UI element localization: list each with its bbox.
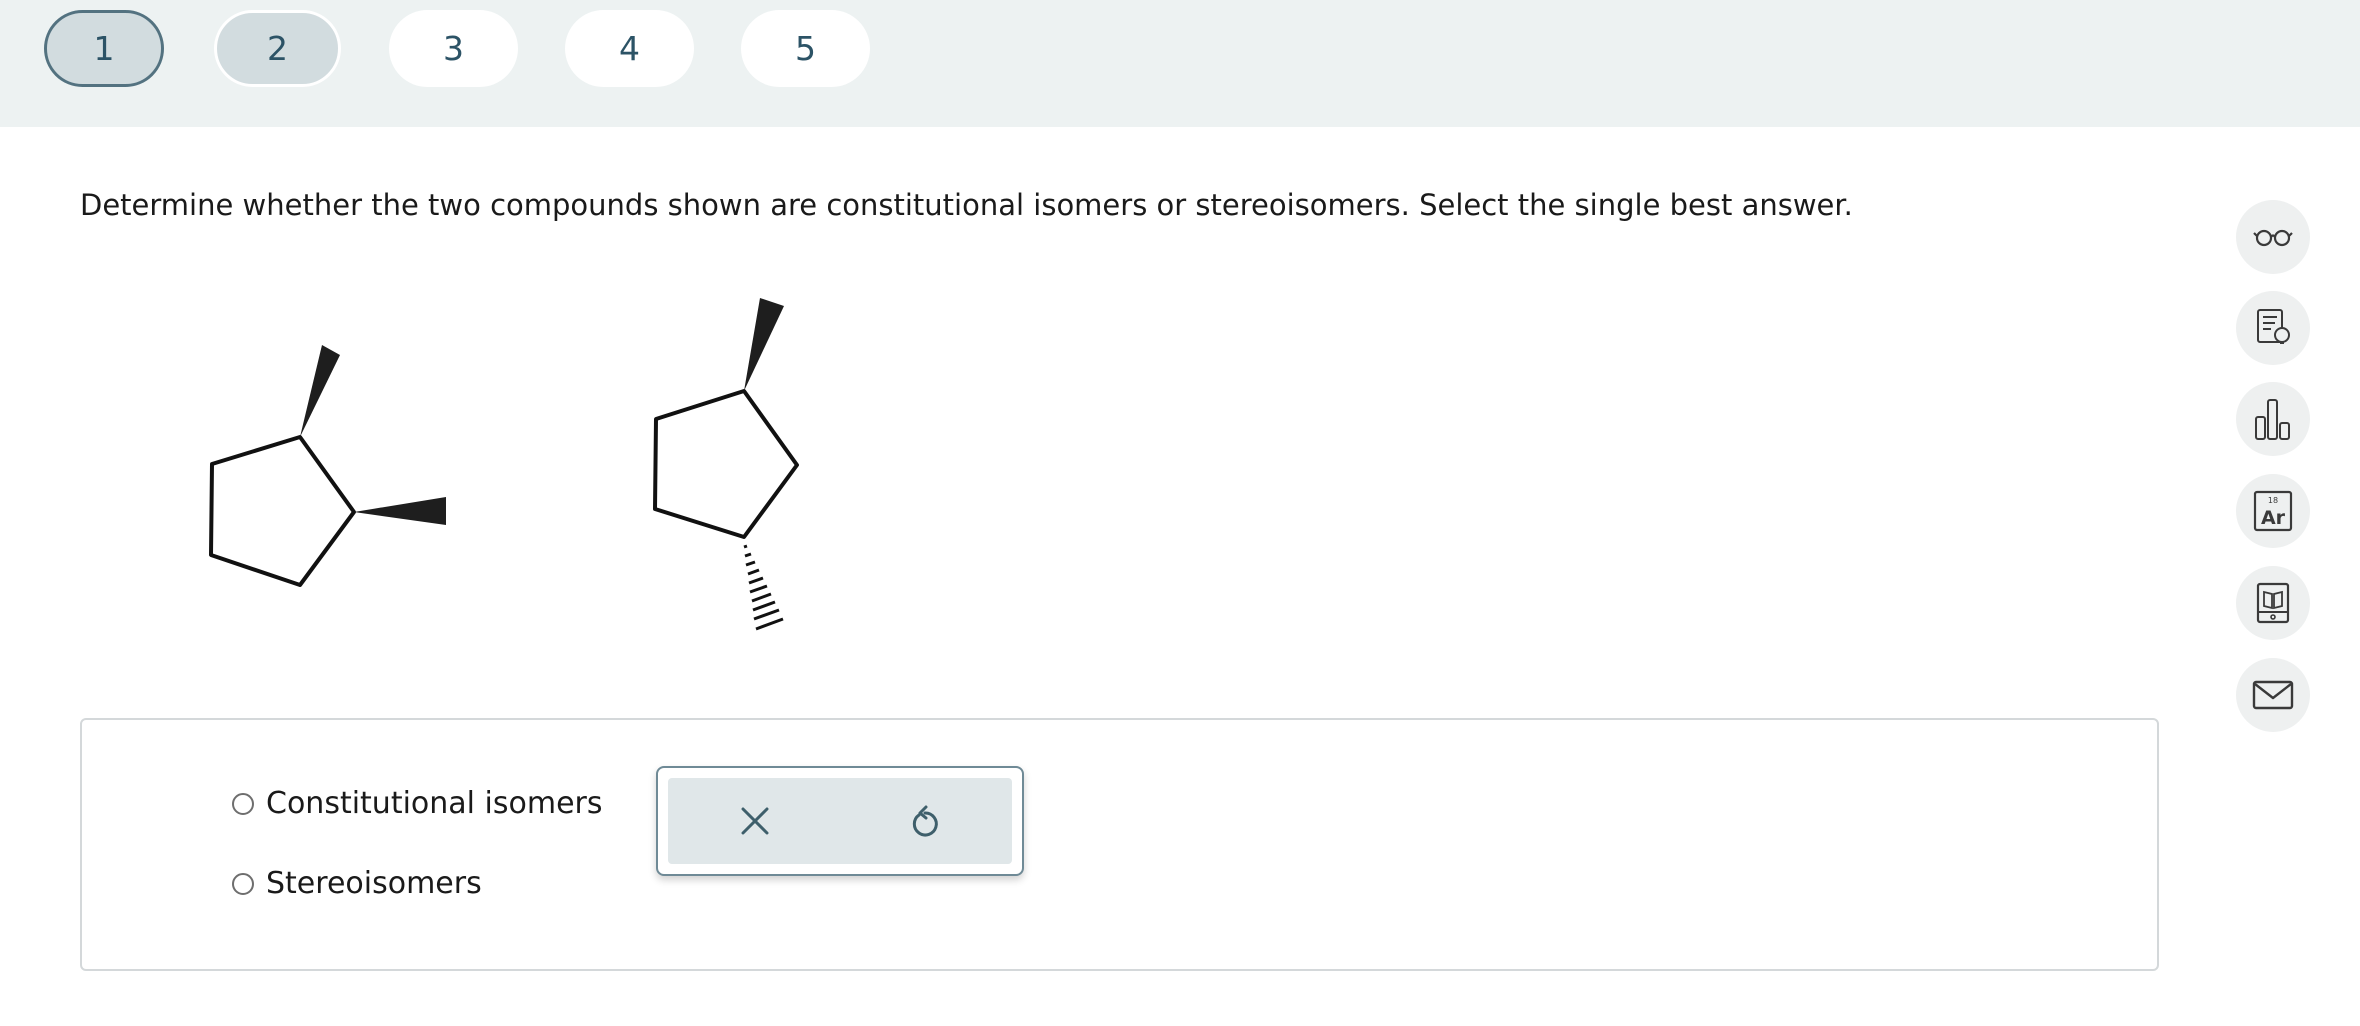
atomic-number: 18	[2268, 496, 2278, 505]
element-symbol: Ar	[2261, 507, 2286, 529]
wedge-bond-up	[300, 345, 340, 437]
answer-tools-inner	[668, 778, 1012, 864]
close-icon	[741, 807, 769, 835]
sidebar-periodic-table-button[interactable]: 18 Ar	[2236, 474, 2310, 548]
ebook-icon	[2256, 582, 2290, 624]
answer-tools-panel	[656, 766, 1024, 876]
sidebar-ebook-button[interactable]	[2236, 566, 2310, 640]
clear-button[interactable]	[730, 796, 780, 846]
molecule-2	[653, 298, 799, 631]
hint-icon	[2257, 309, 2290, 344]
choice-constitutional-isomers[interactable]: Constitutional isomers	[232, 786, 603, 821]
sidebar-hint-button[interactable]	[2236, 291, 2310, 365]
periodic-table-icon: 18 Ar	[2253, 490, 2293, 532]
undo-button[interactable]	[900, 796, 950, 846]
sidebar-reader-button[interactable]	[2236, 200, 2310, 274]
molecule-1	[209, 345, 446, 587]
radio-button[interactable]	[232, 872, 254, 895]
answer-area: Constitutional isomers Stereoisomers	[80, 718, 2159, 971]
choice-label: Stereoisomers	[266, 866, 482, 901]
glasses-icon	[2253, 229, 2293, 247]
wedge-bond-up	[744, 298, 784, 391]
mail-icon	[2252, 680, 2294, 710]
cyclopentane-ring-1	[209, 435, 356, 587]
choice-label: Constitutional isomers	[266, 786, 603, 821]
wedge-bond-right	[354, 497, 446, 525]
choice-stereoisomers[interactable]: Stereoisomers	[232, 866, 482, 901]
sidebar-chart-button[interactable]	[2236, 382, 2310, 456]
cyclopentane-ring-2	[653, 389, 799, 539]
undo-icon	[912, 805, 938, 837]
hashed-bond-down	[743, 544, 784, 631]
chart-icon	[2255, 399, 2290, 440]
sidebar-message-button[interactable]	[2236, 658, 2310, 732]
radio-button[interactable]	[232, 792, 254, 815]
